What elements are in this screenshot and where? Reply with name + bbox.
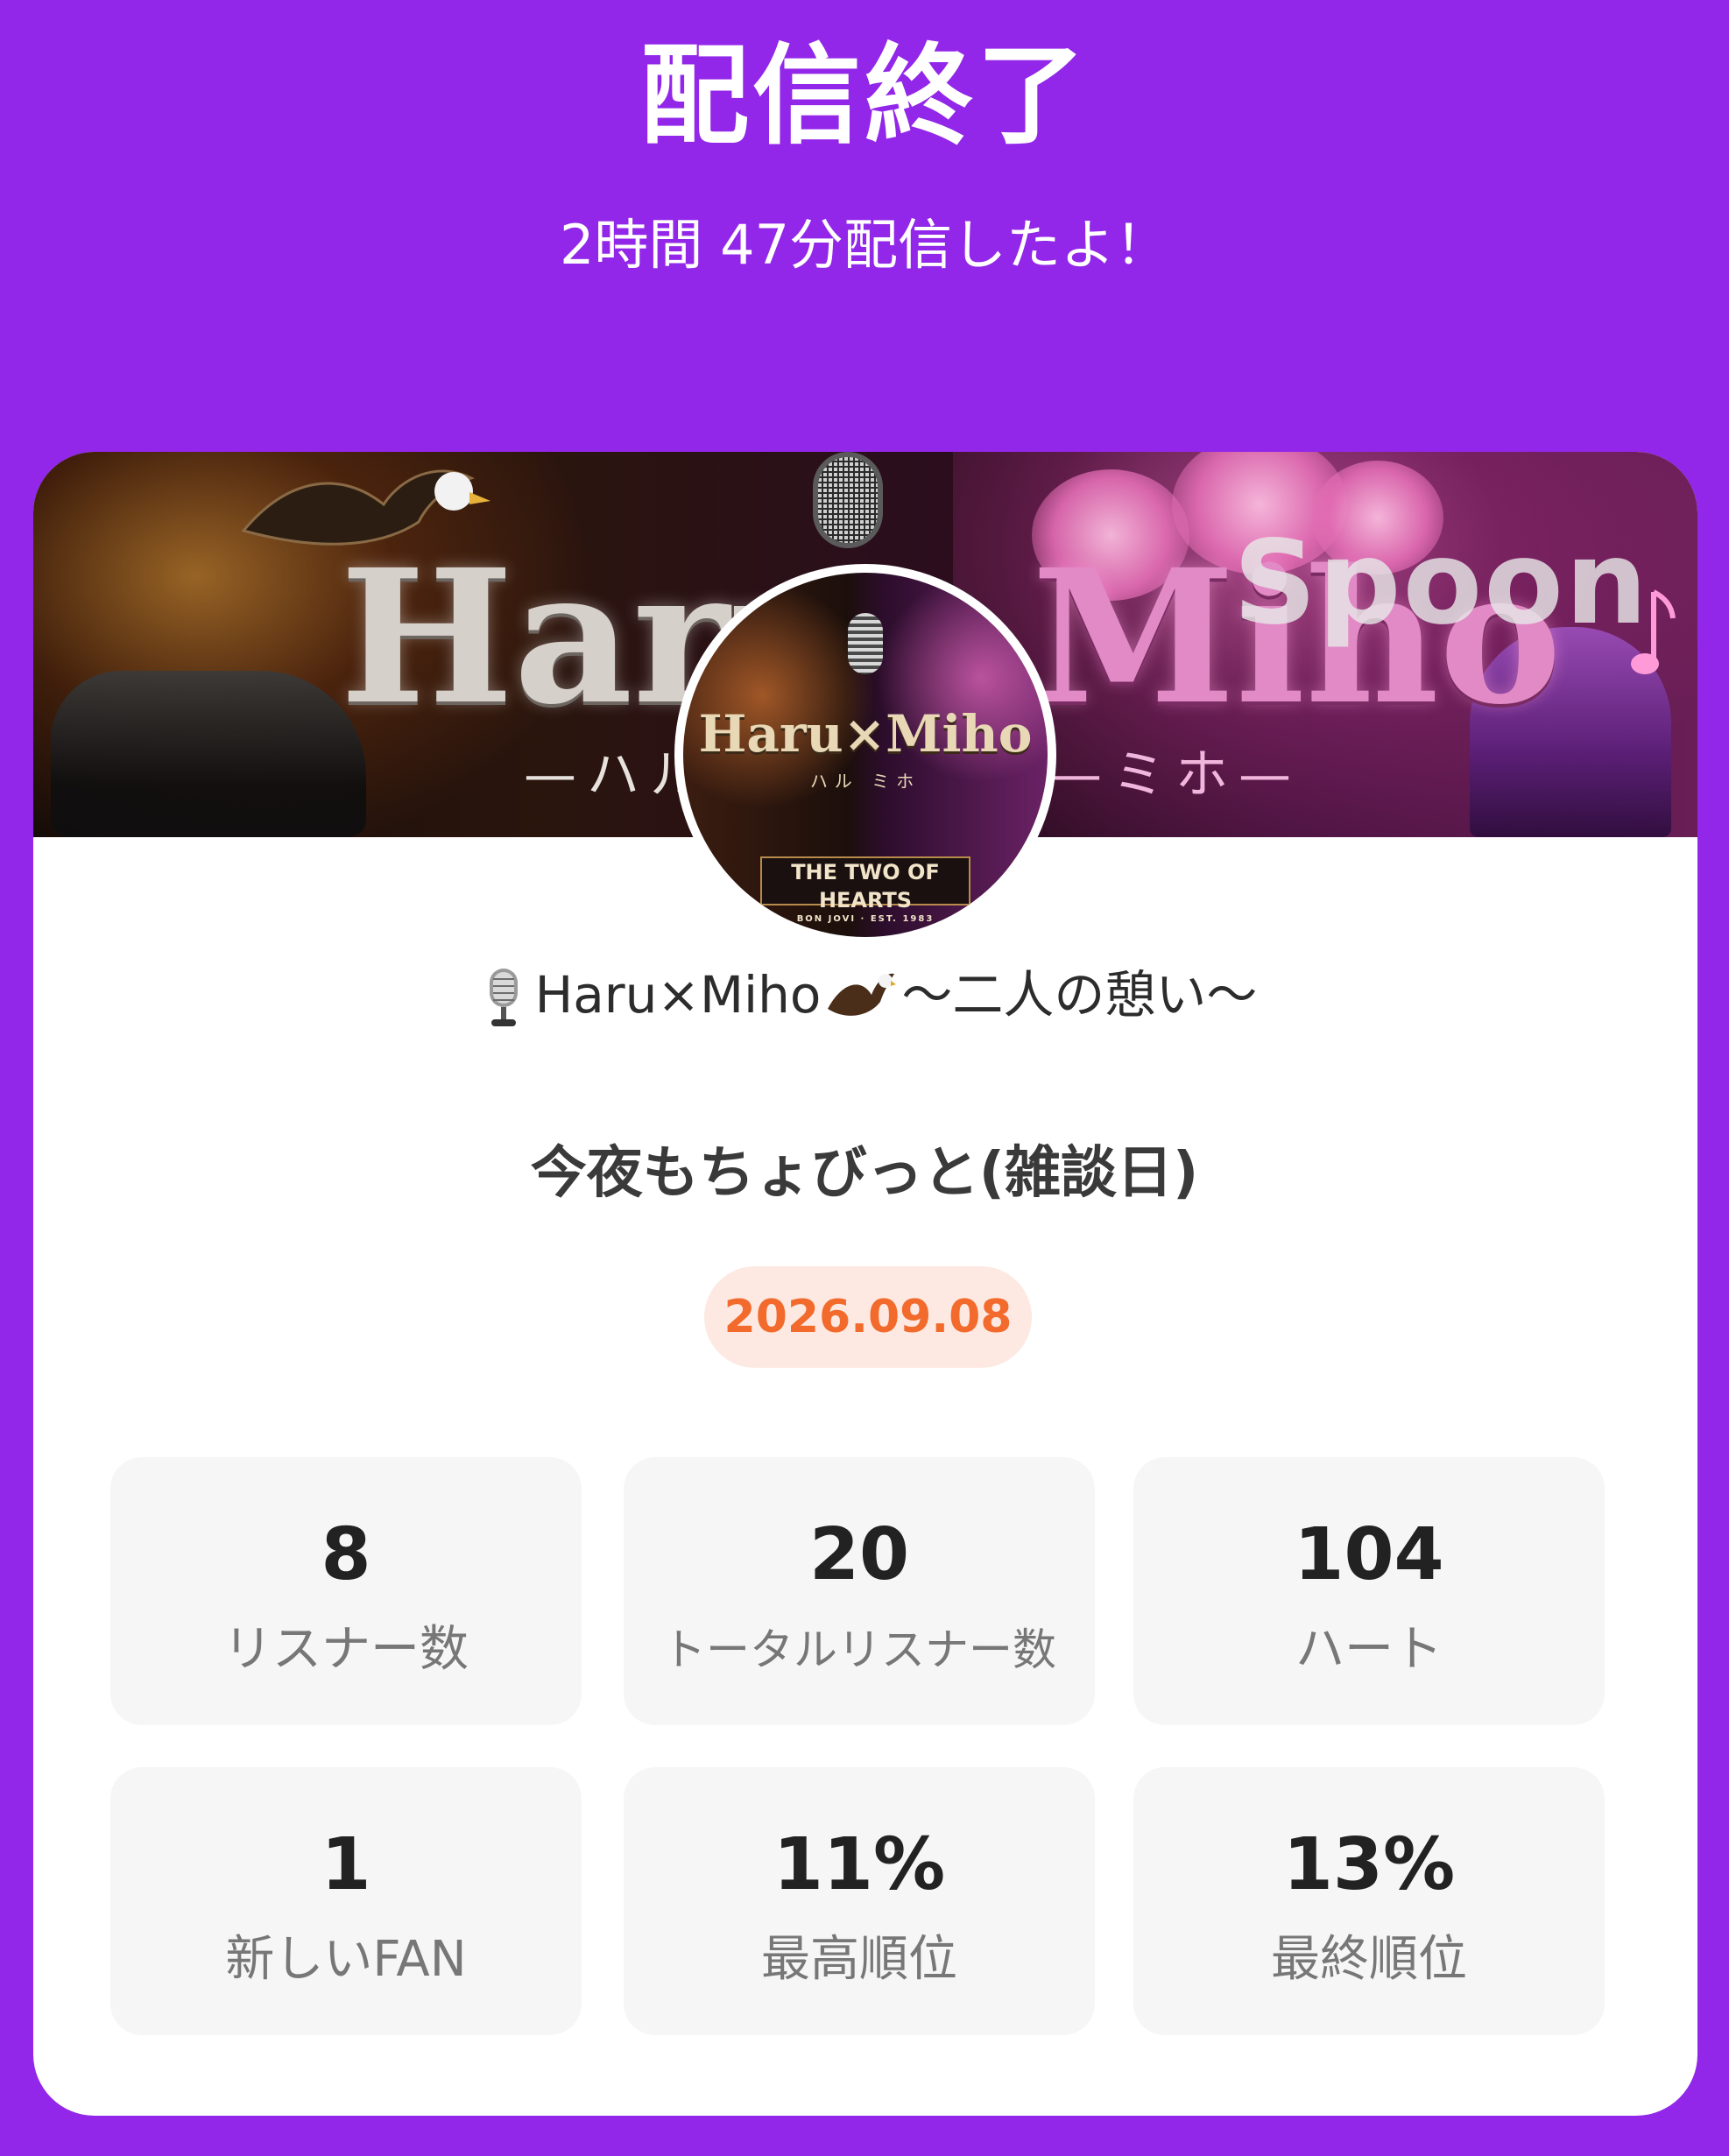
avatar-subtitle: ハル ミホ — [809, 771, 921, 792]
stat-total-listeners: 20 トータルリスナー数 — [624, 1457, 1095, 1725]
stat-value: 11% — [773, 1823, 946, 1906]
header-title: 配信終了 — [639, 33, 1089, 159]
stat-label: 新しいFAN — [225, 1931, 467, 1988]
microphone-icon — [489, 968, 518, 1026]
header-subtitle: 2時間 47分配信したよ！ — [559, 213, 1170, 277]
stream-title: 今夜もちょびっと(雑談日) — [530, 1141, 1199, 1206]
channel-name[interactable]: Haru×Miho 〜二人の憩い〜 — [0, 960, 1729, 1032]
stat-highest-rank: 11% 最高順位 — [624, 1767, 1095, 2035]
avatar[interactable]: Haru×Miho ハル ミホ THE TWO OF HEARTS BON JO… — [683, 573, 1048, 937]
avatar-banner-main: THE TWO OF HEARTS — [791, 860, 940, 912]
channel-name-part2: 〜二人の憩い〜 — [901, 965, 1258, 1025]
spoon-logo: Spoon — [1233, 516, 1649, 651]
stat-value: 13% — [1282, 1823, 1456, 1906]
banner-subtitle-right: —ミホ— — [1049, 744, 1302, 806]
stat-label: 最高順位 — [761, 1931, 957, 1988]
date-badge: 2026.09.08 — [704, 1266, 1032, 1368]
stat-label: トータルリスナー数 — [662, 1624, 1056, 1675]
stat-final-rank: 13% 最終順位 — [1133, 1767, 1605, 2035]
stat-label: ハート — [1295, 1621, 1443, 1678]
stat-value: 104 — [1294, 1513, 1444, 1596]
stat-value: 20 — [808, 1513, 910, 1596]
avatar-banner-small: BON JOVI · EST. 1983 — [796, 914, 935, 924]
channel-name-part1: Haru×Miho — [534, 965, 822, 1025]
stat-value: 8 — [321, 1513, 371, 1596]
motorcycle-icon — [51, 671, 366, 837]
stat-new-fans: 1 新しいFAN — [110, 1767, 582, 2035]
eagle-icon — [828, 973, 897, 1016]
stat-value: 1 — [321, 1823, 371, 1906]
stat-label: 最終順位 — [1271, 1931, 1467, 1988]
avatar-title: Haru×Miho — [698, 704, 1033, 764]
stat-hearts: 104 ハート — [1133, 1457, 1605, 1725]
stat-listeners: 8 リスナー数 — [110, 1457, 582, 1725]
avatar-banner: THE TWO OF HEARTS BON JOVI · EST. 1983 — [760, 856, 970, 924]
stat-label: リスナー数 — [223, 1621, 469, 1678]
microphone-icon — [848, 613, 883, 674]
